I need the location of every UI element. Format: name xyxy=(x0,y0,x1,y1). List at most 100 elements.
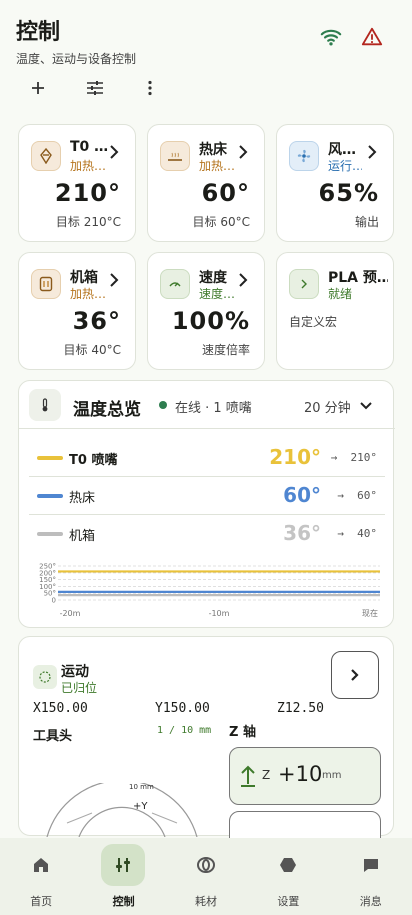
z-up-button[interactable]: Z +10 mm xyxy=(229,747,381,805)
module-name: T0 … xyxy=(70,139,109,155)
temperature-row-value: 60° xyxy=(283,483,321,507)
tune-icon xyxy=(87,81,103,95)
module-name: 风… xyxy=(328,142,356,158)
nav-settings[interactable]: 设置 xyxy=(247,838,329,915)
jog-pad[interactable]: 10 mm +Y xyxy=(37,783,207,837)
module-status: 加热… xyxy=(199,159,236,173)
series-swatch xyxy=(37,532,63,536)
online-status-dot xyxy=(159,401,167,409)
bottom-navigation: 首页 控制 耗材 设置 消息 xyxy=(0,838,412,915)
chevron-right-icon xyxy=(368,145,377,159)
nav-messages-pill xyxy=(349,844,393,886)
nav-label: 控制 xyxy=(112,895,135,908)
nav-settings-pill xyxy=(266,844,310,886)
z-step-unit: mm xyxy=(322,770,342,781)
chevron-right-icon xyxy=(110,145,119,159)
add-button[interactable] xyxy=(20,76,76,100)
chart-y-tick: 0 xyxy=(52,597,56,605)
module-value: 36° xyxy=(72,307,121,335)
chart-x-tick: 现在 xyxy=(362,608,378,618)
module-sub: 目标 40°C xyxy=(63,343,121,357)
arrow-up-icon xyxy=(241,765,255,787)
nav-label: 耗材 xyxy=(194,895,217,908)
motion-icon xyxy=(33,665,57,689)
nav-label: 首页 xyxy=(30,895,53,908)
module-status: 就绪 xyxy=(328,287,353,301)
y-position: Y150.00 xyxy=(155,701,210,716)
z-step-value: +10 xyxy=(278,762,323,786)
warning-icon[interactable] xyxy=(361,26,383,48)
nav-filament-pill xyxy=(184,844,228,886)
fan-icon xyxy=(289,141,319,171)
module-card-fan[interactable]: 风… 运行… 65% 输出 xyxy=(276,124,394,242)
module-value: 100% xyxy=(171,307,250,335)
chart-x-tick: -10m xyxy=(209,609,230,618)
toolhead-label: 工具头 xyxy=(33,729,73,744)
nav-messages[interactable]: 消息 xyxy=(330,838,412,915)
series-swatch xyxy=(37,456,63,460)
z-axis-letter: Z xyxy=(262,768,271,782)
motion-card: 运动 已归位 X150.00 Y150.00 Z12.50 工具头 1 / 10… xyxy=(18,636,394,851)
temperature-overview-header[interactable]: 温度总览 在线 · 1 喷嘴 20 分钟 xyxy=(19,381,395,429)
temperature-row-target: → 210° xyxy=(330,451,377,464)
temperature-row-value: 36° xyxy=(283,521,321,545)
more-vertical-icon xyxy=(148,80,152,96)
nav-home[interactable]: 首页 xyxy=(0,838,82,915)
temperature-row-name: 热床 xyxy=(69,491,96,506)
add-icon xyxy=(32,82,44,94)
motion-title: 运动 xyxy=(61,664,89,680)
temperature-row-target: → 40° xyxy=(337,527,377,540)
module-card-nozzle[interactable]: T0 … 加热… 210° 目标 210°C xyxy=(18,124,136,242)
nozzle-icon xyxy=(31,141,61,171)
chart-x-tick: -20m xyxy=(60,609,81,618)
nav-filament[interactable]: 耗材 xyxy=(165,838,247,915)
more-button[interactable] xyxy=(132,76,188,100)
nav-home-pill xyxy=(19,844,63,886)
module-name: 热床 xyxy=(199,142,227,158)
module-status: 速度… xyxy=(199,287,236,301)
temperature-row-bed[interactable]: 热床 60° → 60° xyxy=(29,477,385,515)
chevron-right-icon xyxy=(351,669,359,681)
motion-status: 已归位 xyxy=(61,681,98,695)
nav-control[interactable]: 控制 xyxy=(82,838,164,915)
online-status-text: 在线 · 1 喷嘴 xyxy=(175,401,252,416)
module-value: 65% xyxy=(318,179,379,207)
module-card-macro[interactable]: PLA 预… 就绪 自定义宏 xyxy=(276,252,394,370)
thermometer-icon xyxy=(29,389,61,421)
temperature-row-nozzle[interactable]: T0 喷嘴 210° → 210° xyxy=(29,439,385,477)
x-position: X150.00 xyxy=(33,701,88,716)
step-size[interactable]: 1 / 10 mm xyxy=(157,725,211,736)
module-card-chamber[interactable]: 机箱 加热… 36° 目标 40°C xyxy=(18,252,136,370)
tune-button[interactable] xyxy=(76,76,132,100)
chevron-down-icon[interactable] xyxy=(359,399,373,413)
wifi-icon[interactable] xyxy=(320,26,342,48)
nav-label: 设置 xyxy=(277,895,300,908)
module-sub: 自定义宏 xyxy=(289,315,338,329)
module-name: PLA 预… xyxy=(328,270,388,286)
chevron-right-icon xyxy=(110,273,119,287)
chevron-right-icon xyxy=(239,145,248,159)
module-card-bed[interactable]: 热床 加热… 60° 目标 60°C xyxy=(147,124,265,242)
temperature-chart: 250°200°150°100°50°0-20m -10m 现在 xyxy=(39,563,380,618)
time-range-select[interactable]: 20 分钟 xyxy=(304,397,351,416)
chamber-icon xyxy=(31,269,61,299)
toolbar xyxy=(20,76,188,100)
temperature-row-name: T0 喷嘴 xyxy=(69,453,118,468)
motion-open-button[interactable] xyxy=(331,651,379,699)
settings-icon xyxy=(280,858,297,872)
control-icon xyxy=(116,858,131,872)
module-status: 加热… xyxy=(70,287,107,301)
temperature-row-name: 机箱 xyxy=(69,529,96,544)
filament-icon xyxy=(196,857,215,873)
z-axis-label: Z 轴 xyxy=(229,725,256,740)
bed-icon xyxy=(160,141,190,171)
control-screen: 控制 温度、运动与设备控制 T0 … 加热… 210° 目标 210°C 热床 … xyxy=(0,0,412,915)
temperature-overview-title: 温度总览 xyxy=(73,400,141,420)
jog-y-plus: +Y xyxy=(133,801,148,812)
module-sub: 速度倍率 xyxy=(201,343,250,357)
module-sub: 目标 60°C xyxy=(192,215,250,229)
home-icon xyxy=(34,858,48,872)
message-icon xyxy=(363,859,378,872)
temperature-row-chamber[interactable]: 机箱 36° → 40° xyxy=(29,515,385,553)
module-card-speed[interactable]: 速度 速度… 100% 速度倍率 xyxy=(147,252,265,370)
